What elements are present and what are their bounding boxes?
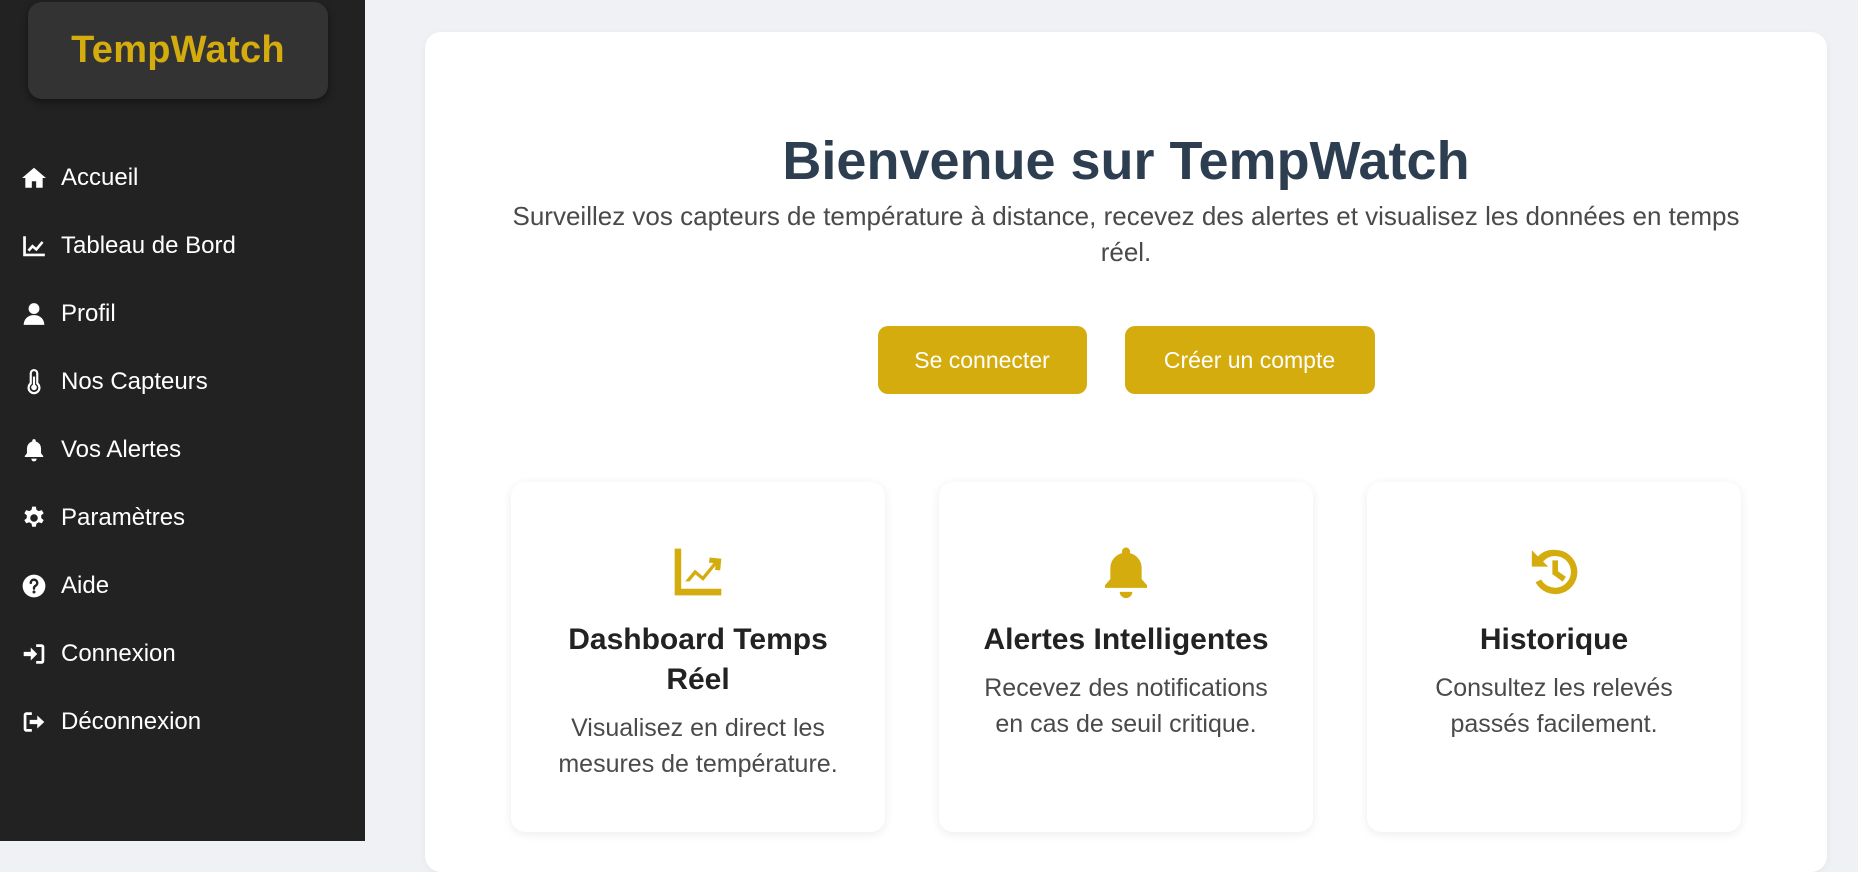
- feature-title: Dashboard Temps Réel: [568, 623, 828, 696]
- features: Dashboard Temps Réel Visualisez en direc…: [511, 482, 1741, 832]
- logo[interactable]: TempWatch: [28, 2, 328, 99]
- user-icon: [19, 299, 49, 329]
- chart-line-icon: [511, 544, 885, 600]
- sidebar-item-deconnexion[interactable]: Déconnexion: [0, 688, 365, 756]
- gear-icon: [19, 503, 49, 533]
- sidebar-item-vos-alertes[interactable]: Vos Alertes: [0, 416, 365, 484]
- sidebar-item-label: Connexion: [61, 640, 176, 667]
- sidebar-item-nos-capteurs[interactable]: Nos Capteurs: [0, 348, 365, 416]
- signup-button[interactable]: Créer un compte: [1124, 326, 1375, 394]
- feature-title: Alertes Intelligentes: [983, 623, 1269, 656]
- feature-card-dashboard: Dashboard Temps Réel Visualisez en direc…: [511, 482, 885, 832]
- sidebar-item-label: Paramètres: [61, 504, 186, 531]
- sidebar-item-label: Vos Alertes: [61, 436, 182, 463]
- thermometer-icon: [19, 367, 49, 397]
- page-subtitle: Surveillez vos capteurs de température à…: [512, 201, 1740, 267]
- chart-line-icon: [19, 231, 49, 261]
- history-icon: [1367, 544, 1741, 600]
- sidebar-nav: Accueil Tableau de Bord Profil Nos Capte…: [0, 144, 365, 756]
- feature-card-history: Historique Consultez les relevés passés …: [1367, 482, 1741, 832]
- feature-card-alerts: Alertes Intelligentes Recevez des notifi…: [939, 482, 1313, 832]
- feature-description: Consultez les relevés passés facilement.: [1435, 674, 1673, 738]
- sidebar-item-connexion[interactable]: Connexion: [0, 620, 365, 688]
- feature-description: Recevez des notifications en cas de seui…: [984, 674, 1268, 738]
- sidebar: TempWatch Accueil Tableau de Bord Profil…: [0, 0, 365, 841]
- bell-icon: [19, 435, 49, 465]
- home-icon: [19, 163, 49, 193]
- feature-title: Historique: [1479, 623, 1629, 656]
- sidebar-item-aide[interactable]: Aide: [0, 552, 365, 620]
- sidebar-item-profil[interactable]: Profil: [0, 280, 365, 348]
- bell-icon: [939, 544, 1313, 600]
- sidebar-item-label: Accueil: [61, 164, 139, 191]
- sidebar-item-accueil[interactable]: Accueil: [0, 144, 365, 212]
- sidebar-item-parametres[interactable]: Paramètres: [0, 484, 365, 552]
- sidebar-item-label: Profil: [61, 300, 116, 327]
- sign-in-icon: [19, 639, 49, 669]
- login-button[interactable]: Se connecter: [877, 326, 1087, 394]
- sign-out-icon: [19, 707, 49, 737]
- sidebar-item-label: Déconnexion: [61, 708, 202, 735]
- sidebar-item-label: Aide: [61, 572, 110, 599]
- sidebar-item-tableau-de-bord[interactable]: Tableau de Bord: [0, 212, 365, 280]
- page-title: Bienvenue sur TempWatch: [782, 131, 1470, 191]
- question-circle-icon: [19, 571, 49, 601]
- feature-description: Visualisez en direct les mesures de temp…: [558, 714, 838, 778]
- main-card: Bienvenue sur TempWatch Surveillez vos c…: [425, 32, 1827, 872]
- logo-text: TempWatch: [71, 29, 285, 71]
- cta-buttons: Se connecter Créer un compte: [425, 326, 1827, 394]
- sidebar-item-label: Nos Capteurs: [61, 368, 208, 395]
- sidebar-item-label: Tableau de Bord: [61, 232, 236, 259]
